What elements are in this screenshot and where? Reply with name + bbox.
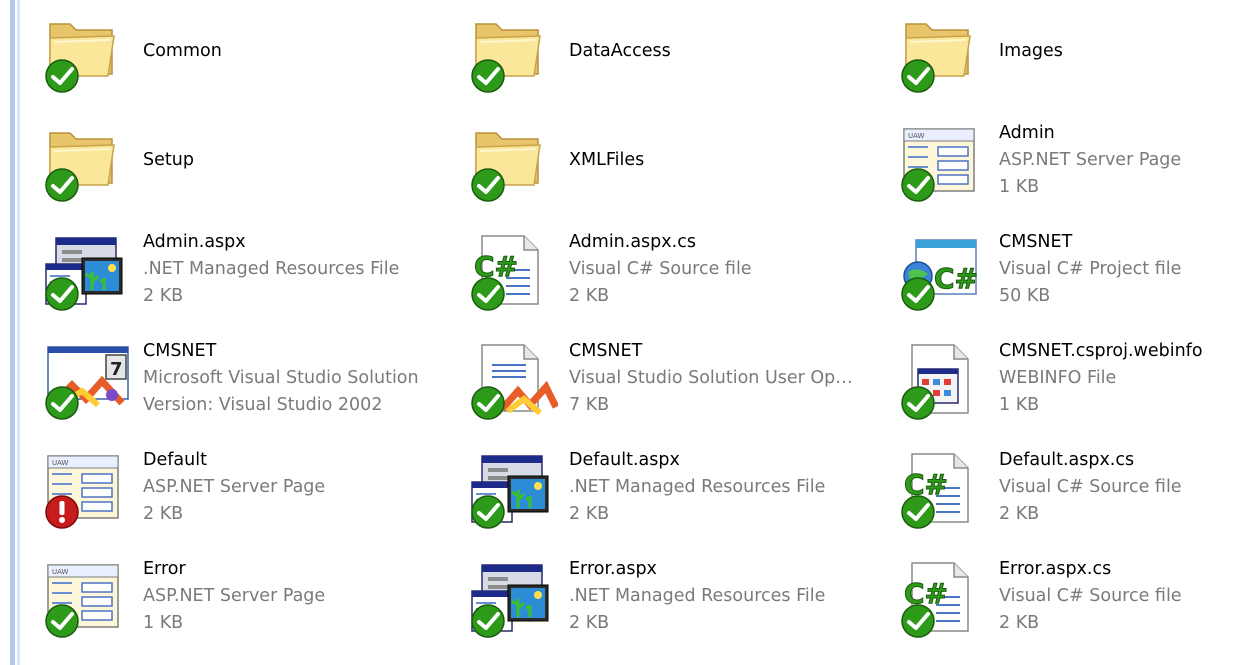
file-type: ASP.NET Server Page bbox=[143, 586, 326, 606]
folder-icon bbox=[468, 14, 556, 94]
file-tile[interactable]: CMSNET Visual Studio Solution User Op… 7 K… bbox=[462, 307, 882, 420]
file-name[interactable]: DataAccess bbox=[569, 38, 671, 65]
file-tile[interactable]: DataAccess bbox=[462, 0, 882, 93]
file-tile[interactable]: XMLFiles bbox=[462, 89, 882, 202]
vs-user-options-icon bbox=[468, 341, 558, 421]
file-tile[interactable]: C# Admin.aspx.cs Visual C# Source file 2 K… bbox=[462, 198, 882, 311]
file-type: Visual C# Source file bbox=[569, 259, 752, 279]
svg-text:C#: C# bbox=[934, 262, 978, 295]
file-type: .NET Managed Resources File bbox=[569, 586, 826, 606]
file-name[interactable]: Admin.aspx bbox=[143, 229, 399, 256]
file-size: 2 KB bbox=[999, 504, 1040, 524]
file-name[interactable]: Error bbox=[143, 556, 325, 583]
file-size: 50 KB bbox=[999, 286, 1051, 306]
svg-text:7: 7 bbox=[110, 359, 123, 380]
file-name[interactable]: Default.aspx bbox=[569, 447, 825, 474]
file-name[interactable]: XMLFiles bbox=[569, 147, 644, 174]
svg-text:UAW: UAW bbox=[52, 568, 69, 576]
file-name[interactable]: Setup bbox=[143, 147, 194, 174]
file-list-tiles-view[interactable]: Common DataAccess Images Setup XMLFiles … bbox=[36, 0, 1235, 665]
file-type: WEBINFO File bbox=[999, 368, 1117, 388]
file-type: ASP.NET Server Page bbox=[143, 477, 326, 497]
csharp-project-icon: C# bbox=[898, 232, 986, 312]
folder-icon bbox=[42, 123, 130, 203]
file-name[interactable]: Common bbox=[143, 38, 222, 65]
vs-solution-icon: 7 bbox=[42, 341, 130, 421]
file-tile[interactable]: Setup bbox=[36, 89, 456, 202]
file-size: 2 KB bbox=[999, 613, 1040, 633]
file-name[interactable]: Admin bbox=[999, 120, 1181, 147]
file-name[interactable]: Error.aspx bbox=[569, 556, 825, 583]
csharp-file-icon: C# bbox=[468, 232, 556, 312]
file-name[interactable]: Error.aspx.cs bbox=[999, 556, 1182, 583]
resx-icon bbox=[468, 559, 556, 639]
file-type: ASP.NET Server Page bbox=[999, 150, 1182, 170]
file-name[interactable]: Admin.aspx.cs bbox=[569, 229, 752, 256]
file-type: .NET Managed Resources File bbox=[143, 259, 400, 279]
file-size: 2 KB bbox=[569, 286, 610, 306]
resx-icon bbox=[42, 232, 130, 312]
file-size: 1 KB bbox=[143, 613, 184, 633]
file-name[interactable]: Default.aspx.cs bbox=[999, 447, 1182, 474]
file-tile[interactable]: Admin.aspx .NET Managed Resources File 2 K… bbox=[36, 198, 456, 311]
aspx-page-icon: UAW bbox=[898, 123, 986, 203]
file-tile[interactable]: Error.aspx .NET Managed Resources File 2 K… bbox=[462, 525, 882, 638]
left-panel-edge bbox=[0, 0, 34, 665]
file-name[interactable]: CMSNET bbox=[143, 338, 419, 365]
file-tile[interactable]: C# Error.aspx.cs Visual C# Source file 2 K… bbox=[892, 525, 1235, 638]
file-type: Microsoft Visual Studio Solution bbox=[143, 368, 419, 388]
file-size: 2 KB bbox=[143, 286, 184, 306]
aspx-page-icon: UAW bbox=[42, 450, 130, 530]
aspx-page-icon: UAW bbox=[42, 559, 130, 639]
file-name[interactable]: Images bbox=[999, 38, 1063, 65]
file-type: Visual Studio Solution User Op… bbox=[569, 368, 853, 388]
file-name[interactable]: CMSNET bbox=[999, 229, 1181, 256]
file-type: Visual C# Source file bbox=[999, 477, 1182, 497]
file-tile[interactable]: UAW Error ASP.NET Server Page 1 KB bbox=[36, 525, 456, 638]
svg-text:UAW: UAW bbox=[908, 132, 925, 140]
file-size: 2 KB bbox=[569, 613, 610, 633]
file-tile[interactable]: Common bbox=[36, 0, 456, 93]
file-type: .NET Managed Resources File bbox=[569, 477, 826, 497]
file-name[interactable]: Default bbox=[143, 447, 325, 474]
folder-icon bbox=[42, 14, 130, 94]
panel-border-light bbox=[17, 0, 20, 665]
file-tile[interactable]: C# Default.aspx.cs Visual C# Source file 2… bbox=[892, 416, 1235, 529]
file-tile[interactable]: UAW Default ASP.NET Server Page 2 KB bbox=[36, 416, 456, 529]
webinfo-file-icon bbox=[898, 341, 986, 421]
file-tile[interactable]: 7 CMSNET Microsoft Visual Studio Solution… bbox=[36, 307, 456, 420]
file-type: Visual C# Source file bbox=[999, 586, 1182, 606]
file-size: 1 KB bbox=[999, 395, 1040, 415]
folder-icon bbox=[898, 14, 986, 94]
file-tile[interactable]: Images bbox=[892, 0, 1235, 93]
file-tile[interactable]: UAW Admin ASP.NET Server Page 1 KB bbox=[892, 89, 1235, 202]
file-size: 2 KB bbox=[143, 504, 184, 524]
file-size: Version: Visual Studio 2002 bbox=[143, 395, 383, 415]
panel-border bbox=[10, 0, 15, 665]
file-name[interactable]: CMSNET.csproj.webinfo bbox=[999, 338, 1203, 365]
file-tile[interactable]: CMSNET.csproj.webinfo WEBINFO File 1 KB bbox=[892, 307, 1235, 420]
folder-icon bbox=[468, 123, 556, 203]
file-name[interactable]: CMSNET bbox=[569, 338, 853, 365]
file-size: 7 KB bbox=[569, 395, 610, 415]
file-size: 1 KB bbox=[999, 177, 1040, 197]
file-type: Visual C# Project file bbox=[999, 259, 1182, 279]
csharp-file-icon: C# bbox=[898, 559, 986, 639]
resx-icon bbox=[468, 450, 556, 530]
file-tile[interactable]: C# CMSNET Visual C# Project file 50 KB bbox=[892, 198, 1235, 311]
csharp-file-icon: C# bbox=[898, 450, 986, 530]
svg-text:UAW: UAW bbox=[52, 459, 69, 467]
file-tile[interactable]: Default.aspx .NET Managed Resources File 2… bbox=[462, 416, 882, 529]
file-size: 2 KB bbox=[569, 504, 610, 524]
